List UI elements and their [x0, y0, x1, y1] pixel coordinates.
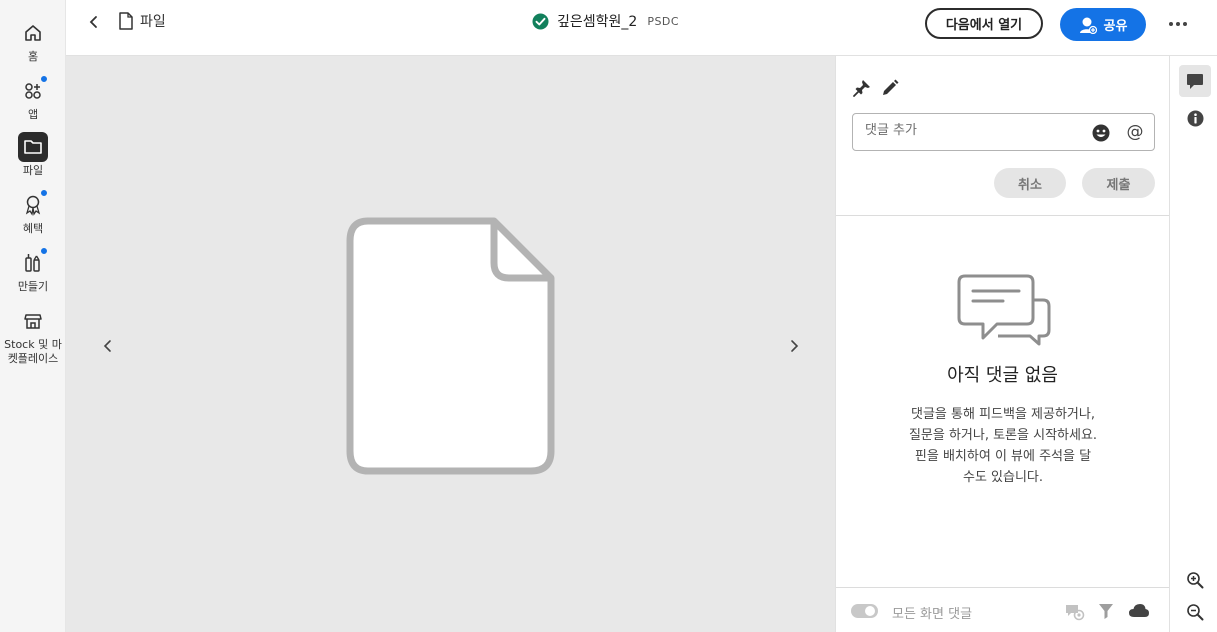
notification-dot [40, 189, 48, 197]
folder-icon [18, 132, 48, 162]
document-type: PSDC [647, 14, 680, 28]
pin-icon [853, 80, 870, 97]
document-title-area: 깊은셈학원_2 PSDC [532, 11, 679, 31]
rail-label-apps: 앱 [27, 108, 39, 121]
empty-state-description: 댓글을 통해 피드백을 제공하거나, 질문을 하거나, 토론을 시작하세요. 핀… [908, 407, 1098, 485]
comments-panel: @ 취소 제출 아직 댓글 없음 댓글을 통해 피드백을 제공하거나, 질문을 … [835, 56, 1170, 632]
user-add-icon [1079, 17, 1097, 34]
info-button[interactable] [1179, 102, 1211, 134]
cancel-button[interactable]: 취소 [994, 168, 1066, 198]
emoji-button[interactable] [1091, 123, 1111, 143]
rail-item-stock[interactable]: Stock 및 마켓플레이스 [0, 306, 66, 366]
award-icon [18, 189, 48, 220]
filter-icon [1099, 604, 1113, 619]
pencil-icon [883, 79, 899, 95]
divider [836, 215, 1169, 216]
rail-item-benefits[interactable]: 혜택 [0, 189, 66, 236]
rail-label-benefits: 혜택 [22, 222, 44, 235]
rail-item-create[interactable]: 만들기 [0, 247, 66, 294]
store-icon [18, 306, 48, 336]
info-icon [1187, 110, 1203, 126]
comments-toggle-button[interactable] [1179, 65, 1211, 97]
more-horizontal-icon [1169, 22, 1187, 26]
check-circle-icon [532, 13, 549, 29]
rail-item-home[interactable]: 홈 [0, 18, 66, 64]
left-nav-rail: 홈 앱 파일 혜택 만들기 Stock 및 마켓플레이스 [0, 0, 66, 632]
zoom-out-icon [1187, 604, 1204, 621]
cloud-sync-button[interactable] [1128, 602, 1149, 622]
create-icon [18, 247, 48, 278]
rail-item-apps[interactable]: 앱 [0, 75, 66, 122]
rail-label-create: 만들기 [17, 280, 49, 293]
comments-empty-icon [957, 274, 1051, 346]
comments-footer: 모든 화면 댓글 [836, 587, 1169, 632]
rail-label-files: 파일 [22, 164, 44, 177]
chevron-left-icon [89, 16, 97, 28]
resolved-comments-button[interactable] [1064, 602, 1085, 622]
open-in-button[interactable]: 다음에서 열기 [925, 8, 1043, 39]
right-tool-rail [1170, 56, 1217, 632]
comment-input-box: @ [852, 113, 1155, 151]
share-label: 공유 [1103, 19, 1128, 34]
back-button[interactable] [84, 12, 104, 32]
submit-button[interactable]: 제출 [1082, 168, 1155, 198]
more-options-button[interactable] [1166, 12, 1190, 36]
notification-dot [40, 75, 48, 83]
pin-tool-button[interactable] [852, 78, 872, 98]
zoom-in-button[interactable] [1179, 564, 1211, 596]
home-icon [18, 18, 48, 48]
rail-label-home: 홈 [27, 50, 39, 63]
empty-state-title: 아직 댓글 없음 [947, 365, 1058, 386]
share-button[interactable]: 공유 [1060, 8, 1146, 41]
file-icon [119, 12, 133, 30]
toggle-knob [865, 606, 875, 616]
comment-input[interactable] [865, 123, 1085, 138]
notification-dot [40, 247, 48, 255]
next-button[interactable] [784, 336, 804, 356]
previous-button[interactable] [98, 336, 118, 356]
rail-label-stock: Stock 및 마켓플레이스 [4, 338, 62, 365]
app-window: 홈 앱 파일 혜택 만들기 Stock 및 마켓플레이스 파일 깊은셈학원_2 … [0, 0, 1217, 632]
top-bar: 파일 깊은셈학원_2 PSDC 다음에서 열기 공유 [66, 0, 1217, 56]
draw-tool-button[interactable] [880, 78, 900, 98]
mention-button[interactable]: @ [1124, 121, 1146, 143]
document-title: 깊은셈학원_2 [557, 14, 638, 30]
emoji-icon [1092, 124, 1110, 142]
breadcrumb[interactable]: 파일 [118, 11, 166, 31]
filter-button[interactable] [1097, 602, 1117, 622]
chevron-left-icon [103, 340, 111, 352]
all-screens-label: 모든 화면 댓글 [892, 607, 973, 622]
comment-icon [1187, 73, 1203, 89]
all-screens-toggle[interactable] [851, 604, 878, 618]
apps-icon [18, 75, 48, 106]
zoom-in-icon [1187, 572, 1204, 589]
file-placeholder-icon [346, 217, 555, 475]
comment-visibility-icon [1066, 605, 1085, 621]
zoom-out-button[interactable] [1179, 596, 1211, 628]
chevron-right-icon [791, 340, 799, 352]
file-preview-area [66, 56, 835, 632]
breadcrumb-label: 파일 [140, 14, 166, 30]
rail-item-files[interactable]: 파일 [0, 132, 66, 178]
cloud-icon [1129, 604, 1149, 617]
